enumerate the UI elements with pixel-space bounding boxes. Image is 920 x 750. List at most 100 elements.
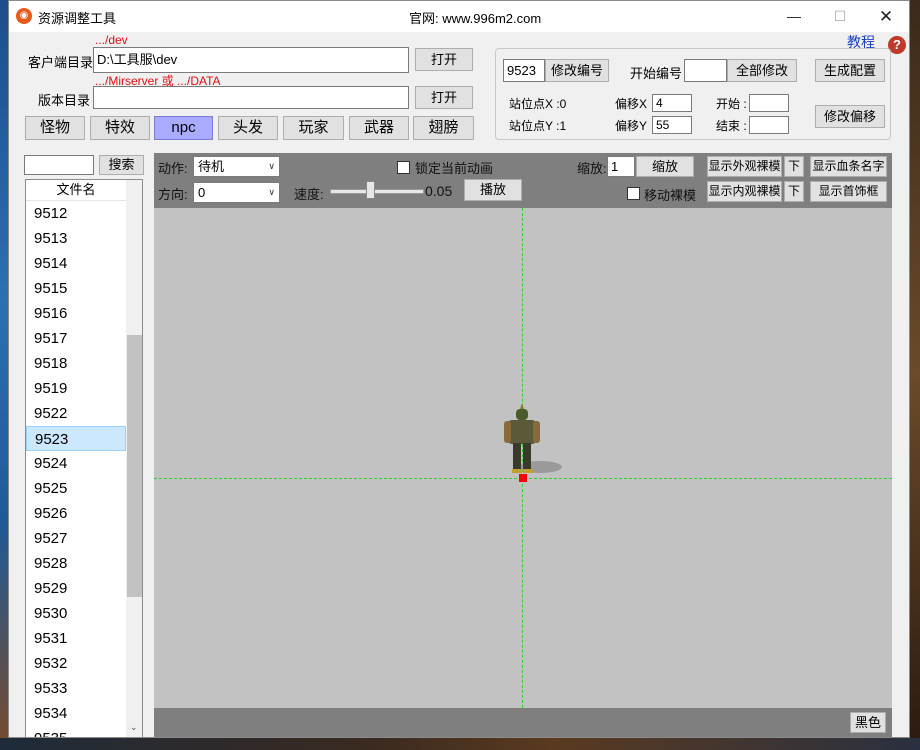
desktop-right-edge (910, 0, 920, 750)
list-item[interactable]: 9529 (26, 576, 126, 601)
file-list[interactable]: 文件名 9512 9513 9514 9515 9516 9517 9518 9519 9522… (25, 179, 143, 738)
scrollbar-thumb[interactable] (127, 335, 142, 597)
close-icon: ✕ (878, 7, 894, 26)
direction-select-value: 0 (198, 185, 206, 200)
close-button[interactable]: ✕ (863, 1, 909, 32)
frame-end-input[interactable] (749, 116, 789, 134)
modify-offset-button[interactable]: 修改偏移 (815, 105, 885, 128)
id-input[interactable]: 9523 (503, 59, 545, 82)
list-item[interactable]: 9533 (26, 676, 126, 701)
stand-point-x: 站位点X :0 (509, 97, 567, 111)
speed-label: 速度: (294, 187, 324, 202)
show-hp-name-button[interactable]: 显示血条名字 (810, 156, 887, 177)
show-outer-naked-button[interactable]: 显示外观裸模 (707, 156, 782, 177)
move-naked-label: 移动裸模 (644, 188, 697, 203)
frame-end-label: 结束 : (716, 119, 747, 133)
client-dir-hint: .../dev (95, 33, 128, 47)
frame-start-label: 开始 : (716, 97, 747, 111)
inner-down-button[interactable]: 下 (784, 181, 804, 202)
action-select[interactable]: 待机 ∨ (193, 156, 280, 177)
modify-all-button[interactable]: 全部修改 (727, 59, 797, 82)
tab-npc[interactable]: npc (154, 116, 213, 140)
stand-point-y: 站位点Y :1 (509, 119, 567, 133)
zoom-input[interactable]: 1 (607, 156, 635, 177)
list-item[interactable]: 9528 (26, 551, 126, 576)
generate-config-button[interactable]: 生成配置 (815, 59, 885, 82)
zoom-button[interactable]: 缩放 (636, 156, 694, 177)
modify-id-button[interactable]: 修改编号 (545, 59, 609, 82)
list-item[interactable]: 9534 (26, 701, 126, 726)
file-list-header: 文件名 (26, 180, 126, 201)
version-dir-input[interactable] (93, 86, 409, 109)
list-item[interactable]: 9522 (26, 401, 126, 426)
offset-y-label: 偏移Y (615, 119, 648, 133)
list-item[interactable]: 9517 (26, 326, 126, 351)
app-window: ◉ 资源调整工具 官网: www.996m2.com — ☐ ✕ .../dev… (8, 0, 910, 738)
list-item[interactable]: 9532 (26, 651, 126, 676)
sprite-left-arm (504, 421, 511, 443)
sprite-helmet-spike (520, 403, 524, 409)
preview-canvas[interactable] (154, 208, 892, 708)
client-dir-input[interactable]: D:\工具服\dev (93, 47, 409, 73)
anchor-point-marker (519, 474, 527, 482)
list-item[interactable]: 9514 (26, 251, 126, 276)
maximize-button[interactable]: ☐ (817, 1, 863, 32)
play-button[interactable]: 播放 (464, 179, 522, 201)
direction-select[interactable]: 0 ∨ (193, 182, 280, 203)
tab-player[interactable]: 玩家 (283, 116, 344, 140)
list-item[interactable]: 9516 (26, 301, 126, 326)
list-item[interactable]: 9525 (26, 476, 126, 501)
move-naked-checkbox[interactable] (627, 187, 640, 200)
viewer-toolbar: 动作: 待机 ∨ 锁定当前动画 缩放: 1 缩放 显示外观裸模 下 显示血条名字 … (154, 153, 892, 208)
list-item[interactable]: 9518 (26, 351, 126, 376)
version-dir-label: 版本目录 : (38, 93, 98, 108)
list-item[interactable]: 9513 (26, 226, 126, 251)
scroll-down-icon[interactable]: ⌄ (130, 722, 138, 733)
list-item[interactable]: 9531 (26, 626, 126, 651)
version-open-button[interactable]: 打开 (415, 86, 473, 109)
list-item[interactable]: 9524 (26, 451, 126, 476)
tab-hair[interactable]: 头发 (218, 116, 278, 140)
official-site-text: 官网: www.996m2.com (409, 11, 542, 26)
start-id-input[interactable] (684, 59, 727, 82)
offset-x-label: 偏移X (615, 97, 648, 111)
offset-y-input[interactable]: 55 (652, 116, 692, 134)
sprite-left-leg (513, 443, 521, 469)
minimize-button[interactable]: — (771, 1, 817, 32)
action-label: 动作: (158, 161, 188, 176)
tab-effect[interactable]: 特效 (90, 116, 150, 140)
tab-weapon[interactable]: 武器 (349, 116, 409, 140)
outer-down-button[interactable]: 下 (784, 156, 804, 177)
search-button[interactable]: 搜索 (99, 155, 144, 175)
offset-x-input[interactable]: 4 (652, 94, 692, 112)
tab-wings[interactable]: 翅膀 (413, 116, 474, 140)
frame-start-input[interactable] (749, 94, 789, 112)
maximize-icon: ☐ (833, 8, 847, 24)
show-jewelry-frame-button[interactable]: 显示首饰框 (810, 181, 887, 202)
chevron-down-icon: ∨ (268, 187, 275, 197)
tab-monster[interactable]: 怪物 (25, 116, 85, 140)
list-item[interactable]: 9519 (26, 376, 126, 401)
background-black-button[interactable]: 黑色 (850, 712, 886, 733)
search-input[interactable] (24, 155, 94, 175)
list-item[interactable]: 9526 (26, 501, 126, 526)
show-inner-naked-button[interactable]: 显示内观裸模 (707, 181, 782, 202)
lock-anim-checkbox[interactable] (397, 161, 410, 174)
list-item[interactable]: 9512 (26, 201, 126, 226)
list-item[interactable]: 9535 (26, 726, 126, 737)
sprite-right-boot (523, 469, 533, 473)
list-item[interactable]: 9515 (26, 276, 126, 301)
app-icon: ◉ (16, 8, 32, 24)
list-item[interactable]: 9523 (26, 426, 126, 451)
desktop-left-edge (0, 0, 8, 750)
window-title: 资源调整工具 (38, 11, 117, 26)
client-open-button[interactable]: 打开 (415, 48, 473, 71)
speed-slider-track[interactable] (330, 189, 424, 194)
speed-slider-thumb[interactable] (366, 181, 375, 199)
list-item[interactable]: 9527 (26, 526, 126, 551)
list-item[interactable]: 9530 (26, 601, 126, 626)
start-id-label: 开始编号 (630, 66, 683, 81)
desktop-bottom-edge (0, 738, 920, 750)
lock-anim-label: 锁定当前动画 (415, 161, 494, 176)
title-bar[interactable]: ◉ 资源调整工具 官网: www.996m2.com — ☐ ✕ (9, 1, 909, 32)
